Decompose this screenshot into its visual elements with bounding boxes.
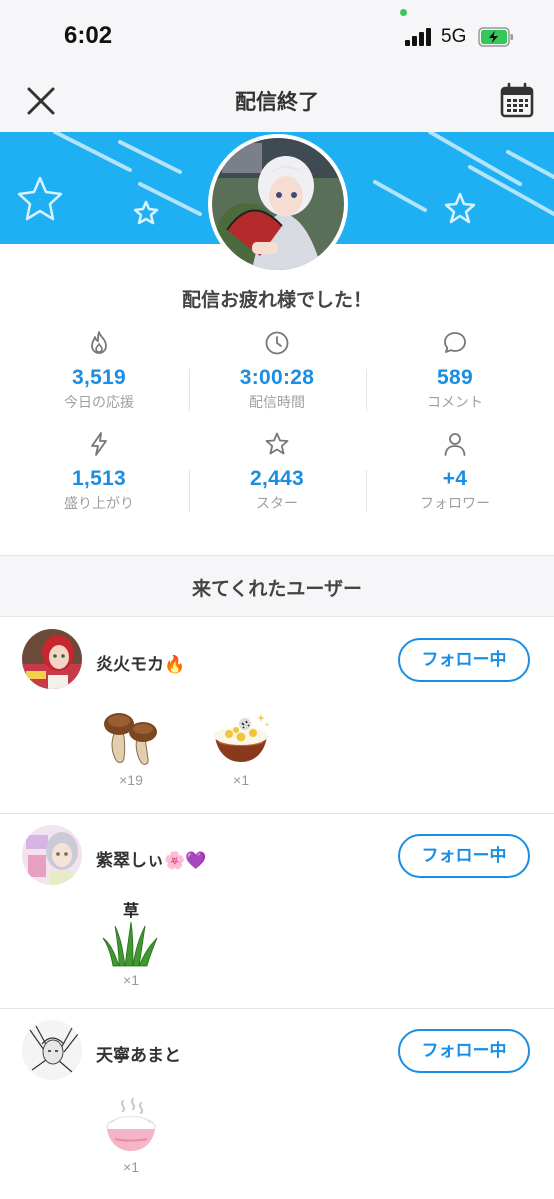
- follow-button[interactable]: フォロー中: [398, 638, 530, 682]
- star-icon: [265, 432, 289, 455]
- stat-value: 589: [437, 366, 473, 389]
- calendar-icon[interactable]: [498, 81, 536, 119]
- lightning-icon: [91, 432, 107, 456]
- stat-label: フォロワー: [420, 496, 490, 512]
- stat-label: 盛り上がり: [64, 496, 134, 512]
- visitors-header: 来てくれたユーザー: [0, 555, 554, 617]
- gift-count: ×1: [233, 772, 249, 788]
- follow-button[interactable]: フォロー中: [398, 1029, 530, 1073]
- visitor-row: 天寧あまと フォロー中 ×1: [0, 1009, 554, 1199]
- status-time: 6:02: [64, 22, 113, 49]
- gift-item: ×1: [206, 706, 276, 788]
- visitor-row: 紫翠しぃ🌸💜 フォロー中 草 ×1: [0, 814, 554, 1008]
- stat-label: 配信時間: [249, 395, 305, 411]
- visitor-name: 紫翠しぃ🌸💜: [96, 851, 207, 871]
- gift-count: ×1: [123, 972, 139, 988]
- stat-followers: +4 フォロワー: [365, 431, 545, 513]
- battery-icon: [478, 27, 513, 47]
- visitor-row: 炎火モカ🔥 フォロー中 ×19 ×1: [0, 618, 554, 813]
- stat-stars: 2,443 スター: [187, 431, 367, 513]
- section-title: 来てくれたユーザー: [191, 578, 363, 600]
- visitor-name: 炎火モカ🔥: [96, 655, 186, 675]
- mushroom-icon: [104, 713, 157, 765]
- stat-label: 今日の応援: [64, 395, 134, 411]
- status-bar: 6:02 5G: [0, 0, 554, 70]
- privacy-indicator-icon: [400, 9, 407, 16]
- gift-item: 草 ×1: [96, 898, 166, 988]
- network-type: 5G: [441, 26, 467, 47]
- streamer-avatar: [208, 134, 348, 274]
- nav-bar: 配信終了: [0, 70, 554, 132]
- stat-support: 3,519 今日の応援: [9, 330, 189, 412]
- gift-count: ×19: [119, 772, 143, 788]
- grass-icon: 草: [102, 901, 158, 967]
- thanks-message: 配信お疲れ様でした！: [181, 289, 372, 311]
- signal-icon: [405, 28, 435, 46]
- person-icon: [444, 433, 466, 456]
- stat-value: 2,443: [249, 467, 305, 490]
- stat-label: スター: [256, 496, 298, 512]
- stat-value: 3,519: [71, 366, 127, 389]
- gift-item: ×1: [96, 1097, 166, 1175]
- grass-label: 草: [123, 901, 139, 920]
- stat-value: 1,513: [71, 467, 127, 490]
- visitor-name: 天寧あまと: [96, 1046, 181, 1066]
- gift-count: ×1: [123, 1159, 139, 1175]
- gift-item: ×19: [96, 706, 166, 788]
- avatar[interactable]: [22, 825, 82, 885]
- stat-value: +4: [442, 467, 468, 490]
- clock-icon: [265, 331, 289, 355]
- stat-label: コメント: [427, 395, 483, 411]
- avatar[interactable]: [22, 629, 82, 689]
- stat-excitement: 1,513 盛り上がり: [9, 431, 189, 513]
- avatar[interactable]: [22, 1020, 82, 1080]
- stat-value: 3:00:28: [239, 366, 315, 389]
- white-rice-icon: [106, 1098, 156, 1151]
- flame-icon: [91, 331, 107, 354]
- follow-button[interactable]: フォロー中: [398, 834, 530, 878]
- comment-icon: [444, 332, 466, 353]
- stat-comments: 589 コメント: [365, 330, 545, 412]
- stat-duration: 3:00:28 配信時間: [187, 330, 367, 412]
- page-title: 配信終了: [235, 90, 319, 114]
- rice-bowl-icon: [214, 714, 270, 762]
